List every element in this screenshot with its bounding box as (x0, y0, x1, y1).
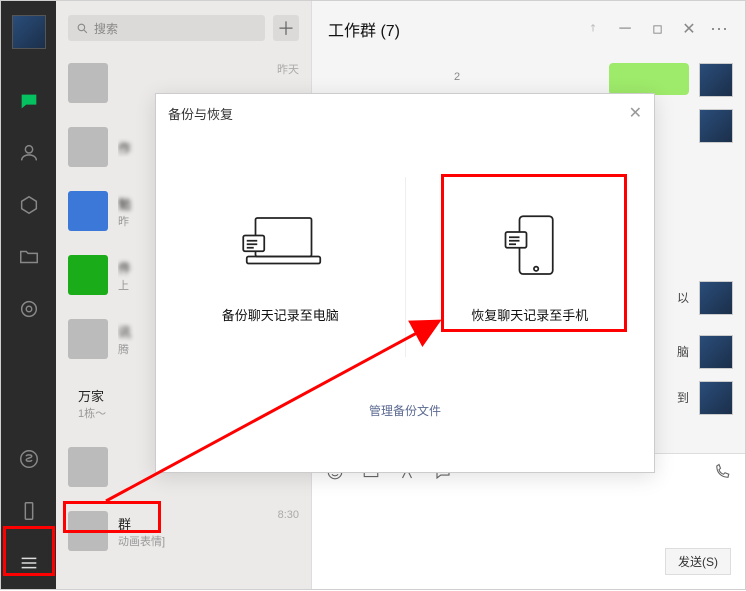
input-bar: 发送(S) (312, 453, 745, 589)
phone-restore-icon (485, 211, 575, 281)
chat-avatar (68, 447, 108, 487)
maximize-button[interactable] (650, 22, 664, 36)
message-text: 脑 (677, 343, 689, 360)
conversation-title: 工作群 (7) (328, 17, 400, 41)
moments-icon[interactable] (17, 297, 41, 321)
chat-avatar (68, 255, 108, 295)
add-button[interactable]: ＋ (273, 15, 299, 41)
phone-icon[interactable] (17, 499, 41, 523)
send-button[interactable]: 发送(S) (665, 548, 731, 575)
message-bubble (609, 63, 689, 95)
chat-preview: 动画表情] (118, 533, 268, 549)
more-icon[interactable] (17, 551, 41, 575)
chat-icon[interactable] (17, 89, 41, 113)
message-avatar[interactable] (699, 381, 733, 415)
chat-avatar (68, 127, 108, 167)
backup-label: 备份聊天记录至电脑 (222, 305, 339, 324)
message-text: 到 (677, 389, 689, 406)
message-avatar[interactable] (699, 109, 733, 143)
chat-time: 昨天 (277, 61, 299, 77)
chat-avatar (68, 63, 108, 103)
miniprogram-icon[interactable] (17, 447, 41, 471)
files-icon[interactable] (17, 245, 41, 269)
close-window-button[interactable]: ✕ (682, 22, 696, 36)
unread-count: 2 (454, 71, 460, 83)
pin-icon[interactable] (586, 22, 600, 36)
dialog-title: 备份与恢复 (168, 104, 233, 123)
chat-time: 8:30 (278, 509, 299, 521)
computer-icon (235, 211, 325, 281)
message-avatar[interactable] (699, 281, 733, 315)
message-avatar[interactable] (699, 63, 733, 97)
manage-backup-link[interactable]: 管理备份文件 (369, 404, 441, 418)
contacts-icon[interactable] (17, 141, 41, 165)
chat-name: 群 (118, 514, 268, 533)
backup-restore-dialog: 备份与恢复 ✕ 备份聊天记录至电脑 恢复聊天记录至手机 管理备份文件 (155, 93, 655, 473)
left-rail (1, 1, 56, 589)
backup-to-computer-option[interactable]: 备份聊天记录至电脑 (156, 132, 405, 402)
message-text: 以 (677, 289, 689, 306)
chat-avatar (68, 511, 108, 551)
dialog-close-button[interactable]: ✕ (629, 103, 642, 123)
search-icon (76, 22, 89, 35)
favorites-icon[interactable] (17, 193, 41, 217)
user-avatar[interactable] (12, 15, 46, 49)
chat-avatar (68, 319, 108, 359)
search-input[interactable]: 搜索 (68, 15, 265, 41)
restore-label: 恢复聊天记录至手机 (471, 305, 588, 324)
call-icon[interactable] (713, 463, 731, 481)
chat-avatar (68, 191, 108, 231)
minimize-button[interactable]: ─ (618, 22, 632, 36)
chat-item[interactable]: 群动画表情] 8:30 (56, 499, 311, 563)
restore-to-phone-option[interactable]: 恢复聊天记录至手机 (406, 132, 655, 402)
message-avatar[interactable] (699, 335, 733, 369)
conversation-more-icon[interactable]: ⋯ (710, 19, 729, 40)
search-placeholder: 搜索 (94, 20, 118, 37)
